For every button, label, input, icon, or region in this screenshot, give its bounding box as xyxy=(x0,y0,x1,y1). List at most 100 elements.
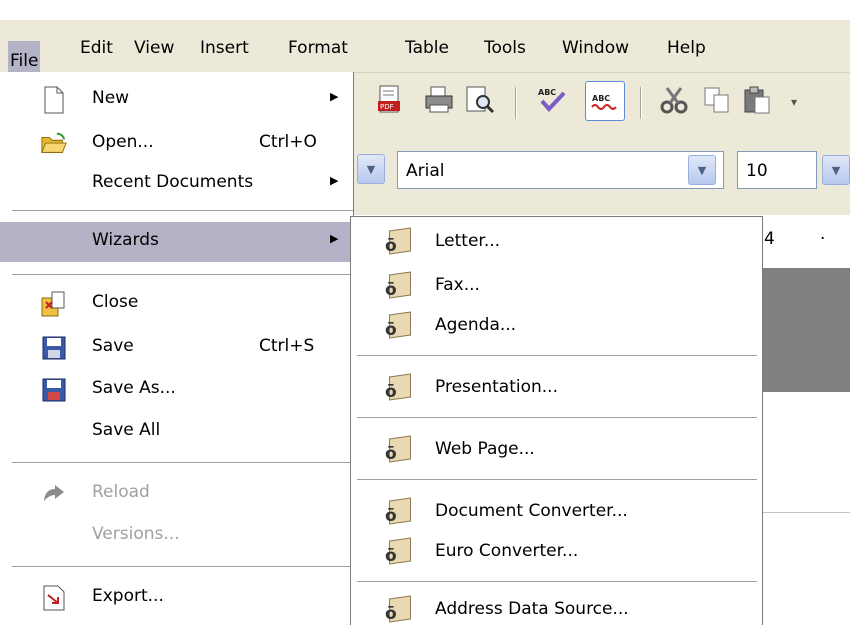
wizard-icon: ō xyxy=(383,227,415,259)
page-preview-icon[interactable] xyxy=(463,83,497,117)
menu-item-shortcut: Ctrl+S xyxy=(259,336,315,356)
style-dropdown-button[interactable]: ▼ xyxy=(357,154,385,184)
document-page[interactable] xyxy=(760,392,850,625)
menu-item-label: Address Data Source... xyxy=(435,599,629,619)
formatting-toolbar: ▼ Arial ▼ 10 ▼ xyxy=(345,135,850,215)
menu-item-label: Document Converter... xyxy=(435,501,628,521)
svg-text:PDF: PDF xyxy=(380,103,394,111)
menu-separator xyxy=(12,210,353,211)
submenu-arrow-icon: ▶ xyxy=(330,174,339,187)
font-size-combo[interactable]: 10 xyxy=(737,151,817,189)
menu-edit[interactable]: Edit xyxy=(78,36,115,60)
menu-separator xyxy=(357,355,757,356)
menu-item-label: Fax... xyxy=(435,275,480,295)
autospellcheck-icon[interactable]: ABC xyxy=(585,81,625,121)
font-size-dropdown-button[interactable]: ▼ xyxy=(822,155,850,185)
menu-item-open[interactable]: Open... Ctrl+O xyxy=(0,124,353,164)
wizard-icon: ō xyxy=(383,435,415,467)
menu-item-label: Close xyxy=(92,292,139,312)
font-size-value: 10 xyxy=(746,161,768,181)
submenu-item-euro-converter[interactable]: ō Euro Converter... xyxy=(351,533,762,571)
menu-item-label: Save All xyxy=(92,420,161,440)
menu-format[interactable]: Format xyxy=(286,36,350,60)
open-folder-icon xyxy=(40,130,68,158)
menu-item-shortcut: Ctrl+O xyxy=(259,132,317,152)
wizards-submenu: ō Letter... ō Fax... ō Agenda... ō Prese… xyxy=(350,216,763,625)
paste-icon[interactable] xyxy=(740,83,774,117)
export-pdf-icon[interactable]: PDF xyxy=(373,83,407,117)
menu-item-save-as[interactable]: Save As... xyxy=(0,370,353,410)
menu-item-export[interactable]: Export... xyxy=(0,578,353,618)
font-name-dropdown-button[interactable]: ▼ xyxy=(688,155,716,185)
cut-icon[interactable] xyxy=(657,83,691,117)
menu-item-versions: Versions... xyxy=(0,516,353,556)
menu-bar: File Edit View Insert Format Table Tools… xyxy=(0,20,850,92)
file-menu: New ▶ Open... Ctrl+O Recent Documents ▶ … xyxy=(0,72,354,625)
wizard-icon: ō xyxy=(383,537,415,569)
document-divider xyxy=(760,512,850,513)
menu-item-wizards[interactable]: Wizards ▶ xyxy=(0,222,353,262)
font-name-value: Arial xyxy=(406,161,445,181)
menu-separator xyxy=(357,479,757,480)
menu-item-label: Versions... xyxy=(92,524,180,544)
menu-view[interactable]: View xyxy=(132,36,176,60)
svg-text:ABC: ABC xyxy=(592,94,610,103)
font-name-combo[interactable]: Arial xyxy=(397,151,724,189)
submenu-arrow-icon: ▶ xyxy=(330,232,339,245)
save-icon xyxy=(40,334,68,362)
menu-tools[interactable]: Tools xyxy=(482,36,528,60)
submenu-item-presentation[interactable]: ō Presentation... xyxy=(351,369,762,407)
toolbar-separator xyxy=(515,87,517,119)
ruler-tick: · xyxy=(820,229,826,249)
submenu-item-agenda[interactable]: ō Agenda... xyxy=(351,307,762,345)
copy-icon[interactable] xyxy=(700,83,734,117)
menu-separator xyxy=(12,566,353,567)
submenu-item-web-page[interactable]: ō Web Page... xyxy=(351,431,762,469)
menu-item-new[interactable]: New ▶ xyxy=(0,80,353,120)
reload-icon xyxy=(40,480,68,508)
wizard-icon: ō xyxy=(383,595,415,627)
menu-item-save-all[interactable]: Save All xyxy=(0,412,353,452)
submenu-item-fax[interactable]: ō Fax... xyxy=(351,267,762,305)
menu-item-label: New xyxy=(92,88,130,108)
menu-item-label: Export... xyxy=(92,586,164,606)
menu-insert[interactable]: Insert xyxy=(198,36,251,60)
menu-table[interactable]: Table xyxy=(403,36,451,60)
menu-item-close[interactable]: Close xyxy=(0,284,353,324)
submenu-arrow-icon: ▶ xyxy=(330,90,339,103)
menu-separator xyxy=(357,581,757,582)
menu-item-label: Save xyxy=(92,336,134,356)
paste-dropdown-arrow-icon[interactable]: ▾ xyxy=(777,85,811,119)
menu-window[interactable]: Window xyxy=(560,36,631,60)
menu-separator xyxy=(12,462,353,463)
menu-item-label: Presentation... xyxy=(435,377,558,397)
menu-item-label: Open... xyxy=(92,132,154,152)
menu-item-label: Letter... xyxy=(435,231,501,251)
menu-item-save[interactable]: Save Ctrl+S xyxy=(0,328,353,368)
standard-toolbar: PDF ABC ABC ▾ xyxy=(345,73,850,135)
submenu-item-address-data-source[interactable]: ō Address Data Source... xyxy=(351,591,762,629)
submenu-item-document-converter[interactable]: ō Document Converter... xyxy=(351,493,762,531)
submenu-item-letter[interactable]: ō Letter... xyxy=(351,223,762,261)
spellcheck-icon[interactable]: ABC xyxy=(535,83,569,117)
menu-item-reload: Reload xyxy=(0,474,353,514)
menu-item-label: Recent Documents xyxy=(92,172,254,192)
menu-item-label: Save As... xyxy=(92,378,176,398)
ruler-number: 4 xyxy=(764,229,775,249)
menu-help[interactable]: Help xyxy=(665,36,708,60)
document-background xyxy=(760,268,850,392)
menu-item-label: Agenda... xyxy=(435,315,517,335)
close-document-icon xyxy=(40,290,68,318)
menu-item-recent-documents[interactable]: Recent Documents ▶ xyxy=(0,164,353,204)
menu-item-label: Euro Converter... xyxy=(435,541,579,561)
print-icon[interactable] xyxy=(422,83,456,117)
save-as-icon xyxy=(40,376,68,404)
menu-item-label: Reload xyxy=(92,482,150,502)
menu-separator xyxy=(12,274,353,275)
new-document-icon xyxy=(40,86,68,114)
menu-item-label: Web Page... xyxy=(435,439,535,459)
wizard-icon: ō xyxy=(383,373,415,405)
menu-separator xyxy=(357,417,757,418)
export-icon xyxy=(40,584,68,612)
wizard-icon: ō xyxy=(383,497,415,529)
